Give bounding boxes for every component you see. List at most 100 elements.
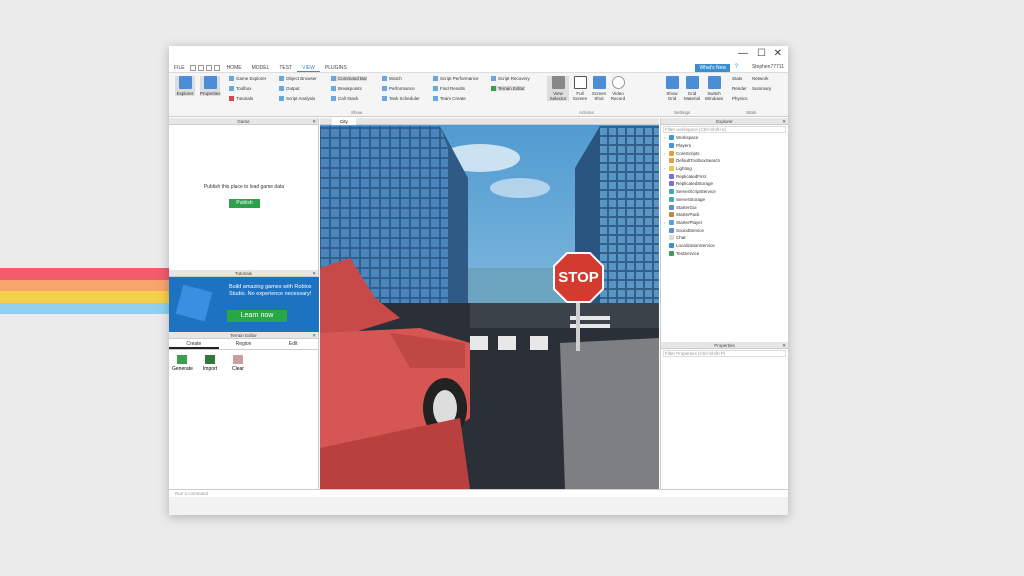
explorer-item-soundservice[interactable]: SoundService xyxy=(661,226,788,234)
performance-button[interactable]: Performance xyxy=(382,86,415,91)
minimize-button[interactable]: — xyxy=(738,48,748,59)
learn-now-button[interactable]: Learn now xyxy=(227,310,287,322)
network-button[interactable]: Network xyxy=(752,76,769,81)
close-icon[interactable]: ✕ xyxy=(312,332,316,339)
screen-shot-button[interactable]: Screen Shot xyxy=(589,76,609,101)
full-screen-button[interactable]: Full Screen xyxy=(570,76,590,101)
summary-button[interactable]: Summary xyxy=(752,86,771,91)
save-icon[interactable] xyxy=(189,65,196,71)
explorer-button[interactable]: Explorer xyxy=(175,76,195,96)
generate-button[interactable]: Generate xyxy=(172,355,193,372)
switch-windows-button[interactable]: Switch Windows xyxy=(702,76,726,101)
starterpack-icon xyxy=(669,212,674,218)
stripe-blue xyxy=(0,302,172,314)
explorer-item-players[interactable]: Players xyxy=(661,142,788,150)
breakpoints-button[interactable]: Breakpoints xyxy=(331,86,362,91)
script-recovery-button[interactable]: Script Recovery xyxy=(491,76,530,81)
command-bar-button[interactable]: Command Bar xyxy=(331,76,368,81)
explorer-item-lighting[interactable]: › Lighting xyxy=(661,165,788,173)
script-analysis-button[interactable]: Script Analysis xyxy=(279,96,315,101)
explorer-item-defaulttoolboxsearch[interactable]: DefaultToolboxSearch xyxy=(661,157,788,165)
tab-home[interactable]: HOME xyxy=(222,65,247,71)
explorer-item-corescripts[interactable]: › CoreScripts xyxy=(661,149,788,157)
redo-icon[interactable] xyxy=(205,65,212,71)
game-explorer-button[interactable]: Game Explorer xyxy=(229,76,266,81)
chevron-right-icon[interactable]: › xyxy=(664,166,667,171)
terrain-tabs: Create Region Edit xyxy=(169,339,318,350)
user-account[interactable]: Stephen77711 xyxy=(752,64,784,70)
lighting-icon xyxy=(669,166,674,172)
tab-plugins[interactable]: PLUGINS xyxy=(320,65,352,71)
command-bar-input[interactable]: Run a command xyxy=(169,489,788,497)
tutorials-headline: Build amazing games with Roblox Studio. … xyxy=(229,284,312,297)
help-icon[interactable]: ? xyxy=(735,64,738,70)
task-scheduler-icon xyxy=(382,96,387,101)
tab-city[interactable]: City xyxy=(332,118,356,125)
3d-viewport[interactable]: STOP City xyxy=(320,118,659,489)
import-button[interactable]: Import xyxy=(200,355,220,372)
explorer-item-replicatedfirst[interactable]: ReplicatedFirst xyxy=(661,172,788,180)
menu-file[interactable]: FILE xyxy=(169,65,190,71)
title-bar: — ☐ ✕ xyxy=(169,46,788,64)
close-icon[interactable]: ✕ xyxy=(782,342,786,349)
tab-test[interactable]: TEST xyxy=(274,65,297,71)
toolbox-button[interactable]: Toolbox xyxy=(229,86,252,91)
view-selector-button[interactable]: View Selector xyxy=(547,76,569,101)
undo-icon[interactable] xyxy=(197,65,204,71)
script-analysis-icon xyxy=(279,96,284,101)
tab-view[interactable]: VIEW xyxy=(297,65,320,72)
close-icon[interactable]: ✕ xyxy=(312,118,316,125)
close-button[interactable]: ✕ xyxy=(774,48,782,59)
script-performance-button[interactable]: Script Performance xyxy=(433,76,479,81)
play-icon[interactable] xyxy=(213,65,220,71)
grid-material-button[interactable]: Grid Material xyxy=(682,76,702,101)
clear-button[interactable]: Clear xyxy=(228,355,248,372)
properties-filter-input[interactable]: Filter Properties (Ctrl+Shift+P) xyxy=(663,350,786,357)
chevron-right-icon[interactable]: › xyxy=(664,135,667,140)
tab-model[interactable]: MODEL xyxy=(247,65,275,71)
tutorials-button[interactable]: Tutorials xyxy=(229,96,253,101)
publish-button[interactable]: Publish xyxy=(229,199,260,208)
object-browser-button[interactable]: Object Browser xyxy=(279,76,317,81)
find-results-button[interactable]: Find Results xyxy=(433,86,465,91)
chevron-right-icon[interactable]: › xyxy=(664,220,667,225)
explorer-item-starterplayer[interactable]: › StarterPlayer xyxy=(661,219,788,227)
tab-create[interactable]: Create xyxy=(169,339,219,349)
explorer-item-localizationservice[interactable]: LocalizationService xyxy=(661,242,788,250)
task-scheduler-button[interactable]: Task Scheduler xyxy=(382,96,420,101)
call-stack-button[interactable]: Call Stack xyxy=(331,96,358,101)
show-grid-button[interactable]: Show Grid xyxy=(662,76,682,101)
explorer-item-chat[interactable]: Chat xyxy=(661,234,788,242)
stats-button[interactable]: Stats xyxy=(732,76,742,81)
whats-new-button[interactable]: What's New xyxy=(695,64,730,72)
explorer-item-replicatedstorage[interactable]: ReplicatedStorage xyxy=(661,180,788,188)
explorer-item-serverscriptservice[interactable]: ServerScriptService xyxy=(661,188,788,196)
explorer-filter-input[interactable]: Filter workspace (Ctrl+Shift+X) xyxy=(663,126,786,133)
explorer-item-testservice[interactable]: TestService xyxy=(661,249,788,257)
output-button[interactable]: Output xyxy=(279,86,300,91)
breakpoints-icon xyxy=(331,86,336,91)
explorer-item-workspace[interactable]: › Workspace xyxy=(661,134,788,142)
close-icon[interactable]: ✕ xyxy=(312,270,316,277)
close-icon[interactable]: ✕ xyxy=(782,118,786,125)
stripe-orange xyxy=(0,279,172,291)
watch-button[interactable]: Watch xyxy=(382,76,402,81)
output-icon xyxy=(279,86,284,91)
decorative-stripes xyxy=(0,268,172,314)
team-create-button[interactable]: Team Create xyxy=(433,96,466,101)
tab-edit[interactable]: Edit xyxy=(268,339,318,349)
render-button[interactable]: Render xyxy=(732,86,747,91)
serverscriptservice-icon xyxy=(669,189,674,195)
tab-region[interactable]: Region xyxy=(219,339,269,349)
video-record-button[interactable]: Video Record xyxy=(608,76,628,101)
explorer-item-startergui[interactable]: StarterGui xyxy=(661,203,788,211)
explorer-item-label: StarterPack xyxy=(676,212,700,218)
chevron-right-icon[interactable]: › xyxy=(664,151,667,156)
serverstorage-icon xyxy=(669,196,674,202)
properties-button[interactable]: Properties xyxy=(200,76,221,96)
explorer-item-starterpack[interactable]: StarterPack xyxy=(661,211,788,219)
explorer-item-serverstorage[interactable]: ServerStorage xyxy=(661,196,788,204)
terrain-editor-button[interactable]: Terrain Editor xyxy=(491,86,525,91)
maximize-button[interactable]: ☐ xyxy=(757,48,766,59)
physics-button[interactable]: Physics xyxy=(732,96,748,101)
